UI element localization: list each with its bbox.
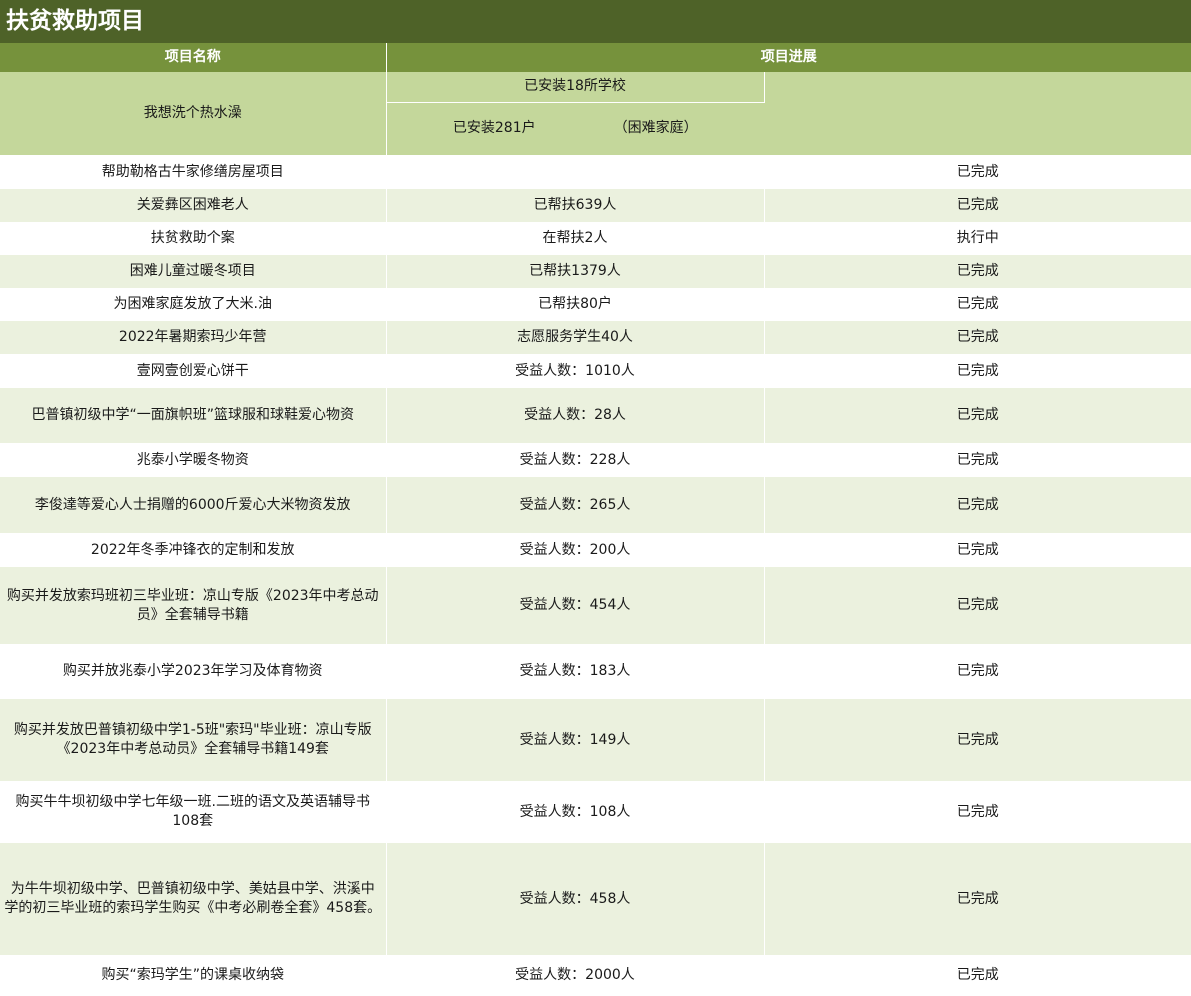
project-name-cell: 关爱彝区困难老人 — [0, 189, 387, 222]
project-name-cell: 购买“索玛学生”的课桌收纳袋 — [0, 955, 387, 995]
progress-cell: 受益人数：2000人 — [386, 955, 765, 995]
table-row: 购买并发放索玛班初三毕业班：凉山专版《2023年中考总动员》全套辅导书籍 受益人… — [0, 567, 1191, 644]
progress-cell: 已安装281户 （困难家庭） — [386, 102, 764, 155]
status-cell — [764, 72, 1191, 155]
progress-cell: 受益人数：108人 — [386, 781, 765, 843]
project-name-cell: 2022年冬季冲锋衣的定制和发放 — [0, 533, 387, 567]
header-project-name: 项目名称 — [0, 43, 387, 72]
project-name-cell: 李俊達等爱心人士捐赠的6000斤爱心大米物资发放 — [0, 477, 387, 533]
progress-cell: 受益人数：265人 — [386, 477, 765, 533]
progress-cell: 受益人数：454人 — [386, 567, 765, 644]
progress-cell: 受益人数：1010人 — [386, 354, 765, 388]
status-cell: 已完成 — [764, 567, 1191, 644]
table-row: 我想洗个热水澡 已安装18所学校 — [0, 72, 1191, 155]
table-row: 2022年冬季冲锋衣的定制和发放 受益人数：200人 已完成 — [0, 533, 1191, 567]
project-name-cell: 2022年暑期索玛少年营 — [0, 321, 387, 354]
table-row: 为牛牛坝初级中学、巴普镇初级中学、美姑县中学、洪溪中学的初三毕业班的索玛学生购买… — [0, 843, 1191, 955]
status-cell: 已完成 — [764, 155, 1191, 189]
project-name-cell: 为牛牛坝初级中学、巴普镇初级中学、美姑县中学、洪溪中学的初三毕业班的索玛学生购买… — [0, 843, 387, 955]
project-name-cell: 我想洗个热水澡 — [0, 72, 387, 155]
status-cell: 执行中 — [764, 222, 1191, 255]
project-table: 项目名称 项目进展 我想洗个热水澡 已安装18所学校 已安装281户 （困难家庭）… — [0, 43, 1191, 995]
status-cell: 已完成 — [764, 644, 1191, 699]
progress-cell: 受益人数：200人 — [386, 533, 765, 567]
status-cell: 已完成 — [764, 477, 1191, 533]
progress-cell: 受益人数：183人 — [386, 644, 765, 699]
project-name-cell: 购买并发放巴普镇初级中学1-5班"索玛"毕业班：凉山专版《2023年中考总动员》… — [0, 699, 387, 781]
table-header-row: 项目名称 项目进展 — [0, 43, 1191, 72]
project-name-cell: 壹网壹创爱心饼干 — [0, 354, 387, 388]
status-cell: 已完成 — [764, 189, 1191, 222]
project-name-cell: 购买牛牛坝初级中学七年级一班.二班的语文及英语辅导书108套 — [0, 781, 387, 843]
project-name-cell: 巴普镇初级中学“一面旗帜班”篮球服和球鞋爱心物资 — [0, 388, 387, 443]
progress-note-text: （困难家庭） — [613, 120, 698, 137]
table-row: 购买并发放巴普镇初级中学1-5班"索玛"毕业班：凉山专版《2023年中考总动员》… — [0, 699, 1191, 781]
progress-cell: 受益人数：228人 — [386, 443, 765, 477]
table-row: 2022年暑期索玛少年营 志愿服务学生40人 已完成 — [0, 321, 1191, 354]
progress-installed-text: 已安装281户 — [452, 120, 536, 137]
status-cell: 已完成 — [764, 533, 1191, 567]
status-cell: 已完成 — [764, 955, 1191, 995]
status-cell: 已完成 — [764, 699, 1191, 781]
table-row: 购买“索玛学生”的课桌收纳袋 受益人数：2000人 已完成 — [0, 955, 1191, 995]
status-cell: 已完成 — [764, 255, 1191, 288]
table-row: 困难儿童过暖冬项目 已帮扶1379人 已完成 — [0, 255, 1191, 288]
project-name-cell: 困难儿童过暖冬项目 — [0, 255, 387, 288]
header-project-progress: 项目进展 — [386, 43, 1191, 72]
status-cell: 已完成 — [764, 288, 1191, 321]
table-row: 购买并放兆泰小学2023年学习及体育物资 受益人数：183人 已完成 — [0, 644, 1191, 699]
table-row: 壹网壹创爱心饼干 受益人数：1010人 已完成 — [0, 354, 1191, 388]
status-cell: 已完成 — [764, 781, 1191, 843]
status-cell: 已完成 — [764, 388, 1191, 443]
progress-cell: 已帮扶80户 — [386, 288, 765, 321]
project-name-cell: 兆泰小学暖冬物资 — [0, 443, 387, 477]
progress-cell: 已安装18所学校 — [386, 72, 765, 103]
progress-cell: 受益人数：458人 — [386, 843, 765, 955]
status-cell: 已完成 — [764, 321, 1191, 354]
status-cell: 已完成 — [764, 354, 1191, 388]
table-row: 购买牛牛坝初级中学七年级一班.二班的语文及英语辅导书108套 受益人数：108人… — [0, 781, 1191, 843]
status-cell: 已完成 — [764, 443, 1191, 477]
project-name-cell: 帮助勒格古牛家修缮房屋项目 — [0, 155, 387, 189]
progress-cell: 在帮扶2人 — [386, 222, 765, 255]
project-name-cell: 扶贫救助个案 — [0, 222, 387, 255]
progress-cell: 已帮扶1379人 — [386, 255, 765, 288]
status-cell: 已完成 — [764, 843, 1191, 955]
progress-cell: 已帮扶639人 — [386, 189, 765, 222]
progress-cell — [386, 155, 765, 189]
project-name-cell: 购买并发放索玛班初三毕业班：凉山专版《2023年中考总动员》全套辅导书籍 — [0, 567, 387, 644]
table-row: 兆泰小学暖冬物资 受益人数：228人 已完成 — [0, 443, 1191, 477]
table-row: 为困难家庭发放了大米.油 已帮扶80户 已完成 — [0, 288, 1191, 321]
page-title: 扶贫救助项目 — [0, 0, 1191, 43]
project-name-cell: 购买并放兆泰小学2023年学习及体育物资 — [0, 644, 387, 699]
progress-cell: 受益人数：149人 — [386, 699, 765, 781]
project-name-cell: 为困难家庭发放了大米.油 — [0, 288, 387, 321]
table-row: 李俊達等爱心人士捐赠的6000斤爱心大米物资发放 受益人数：265人 已完成 — [0, 477, 1191, 533]
table-row: 巴普镇初级中学“一面旗帜班”篮球服和球鞋爱心物资 受益人数：28人 已完成 — [0, 388, 1191, 443]
table-row: 帮助勒格古牛家修缮房屋项目 已完成 — [0, 155, 1191, 189]
progress-cell: 志愿服务学生40人 — [386, 321, 765, 354]
table-row: 关爱彝区困难老人 已帮扶639人 已完成 — [0, 189, 1191, 222]
table-row: 扶贫救助个案 在帮扶2人 执行中 — [0, 222, 1191, 255]
progress-cell: 受益人数：28人 — [386, 388, 765, 443]
